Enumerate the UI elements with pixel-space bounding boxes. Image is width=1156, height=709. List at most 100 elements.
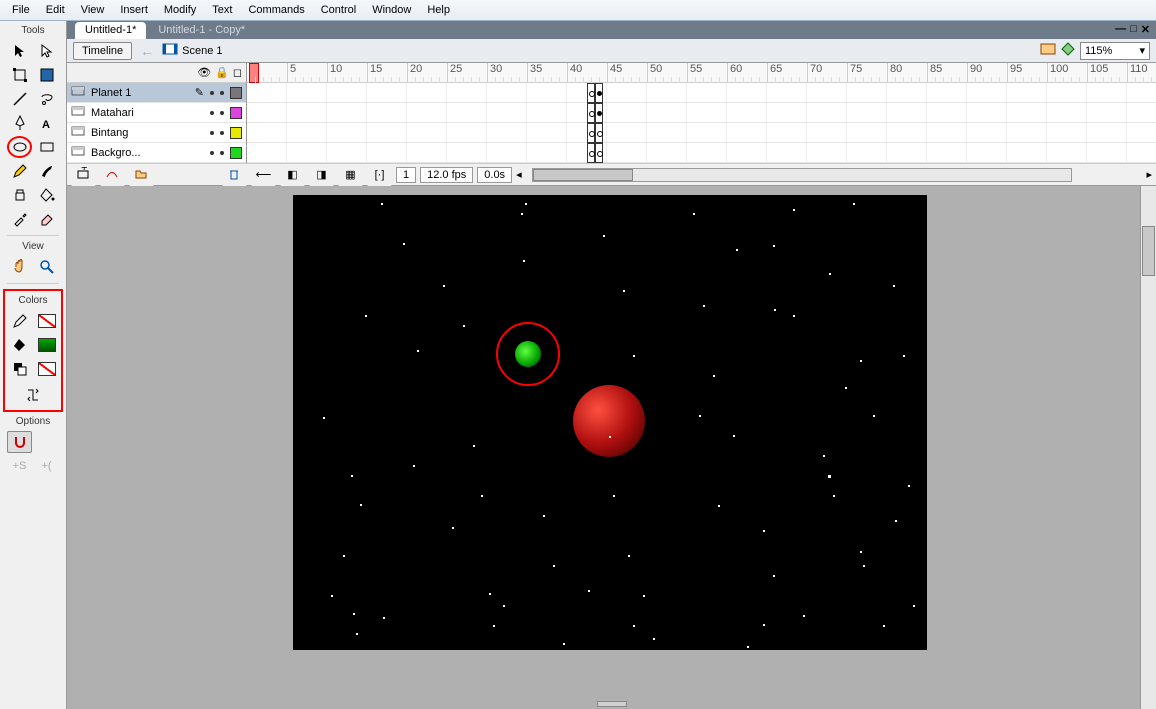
timeline-panel: 👁 🔒 ◻ Planet 1✎MatahariBintangBackgro...… (67, 63, 1156, 186)
default-colors-button[interactable] (7, 358, 32, 380)
zoom-dropdown[interactable]: 115% ▾ (1080, 42, 1150, 60)
frames-area[interactable]: 5101520253035404550556065707580859095100… (247, 63, 1156, 163)
scroll-left-icon[interactable]: ◂ (516, 168, 522, 181)
insert-layer-button[interactable]: + (71, 164, 96, 186)
hand-tool[interactable] (7, 256, 32, 278)
edit-symbols-icon[interactable] (1060, 41, 1076, 60)
layer-row[interactable]: Bintang (67, 123, 246, 143)
scene-icon (162, 41, 178, 60)
timeline-hscroll-thumb[interactable] (533, 169, 633, 181)
free-transform-tool[interactable] (7, 64, 32, 86)
menu-insert[interactable]: Insert (112, 1, 156, 19)
selection-tool[interactable] (7, 40, 32, 62)
text-tool[interactable]: A (34, 112, 59, 134)
menu-help[interactable]: Help (419, 1, 458, 19)
menu-modify[interactable]: Modify (156, 1, 204, 19)
onion-skin-button[interactable]: ◧ (280, 164, 305, 186)
keyframe[interactable] (587, 83, 595, 103)
playhead[interactable] (249, 63, 259, 83)
timeline-track[interactable] (247, 143, 1156, 163)
timeline-toggle-button[interactable]: Timeline (73, 42, 132, 60)
snap-option[interactable] (7, 431, 32, 453)
eraser-tool[interactable] (34, 208, 59, 230)
keyframe[interactable] (587, 123, 595, 143)
layer-color-swatch[interactable] (230, 127, 242, 139)
eyedropper-tool[interactable] (7, 208, 32, 230)
doc-close-button[interactable]: ✕ (1141, 23, 1150, 36)
star-shape (588, 590, 590, 592)
layer-color-swatch[interactable] (230, 107, 242, 119)
menu-text[interactable]: Text (204, 1, 240, 19)
menu-file[interactable]: File (4, 1, 38, 19)
outline-icon[interactable]: ◻ (233, 66, 242, 79)
stroke-color-icon[interactable] (7, 310, 32, 332)
pen-tool[interactable] (7, 112, 32, 134)
gradient-transform-tool[interactable] (34, 64, 59, 86)
add-motion-guide-button[interactable] (100, 164, 125, 186)
keyframe[interactable] (595, 143, 603, 163)
keyframe[interactable] (595, 123, 603, 143)
back-arrow-icon[interactable]: ← (140, 43, 154, 59)
timeline-hscrollbar[interactable] (532, 168, 1072, 182)
pencil-tool[interactable] (7, 160, 32, 182)
swap-colors-button[interactable] (21, 384, 46, 406)
layer-row[interactable]: Backgro... (67, 143, 246, 163)
layer-color-swatch[interactable] (230, 87, 242, 99)
scene-name[interactable]: Scene 1 (182, 45, 222, 57)
center-frame-button[interactable]: ⟵ (251, 164, 276, 186)
lasso-tool[interactable] (34, 88, 59, 110)
eye-icon[interactable]: 👁 (197, 66, 211, 79)
timeline-track[interactable] (247, 123, 1156, 143)
stage-vscroll-thumb[interactable] (1142, 226, 1155, 276)
rectangle-tool[interactable] (34, 136, 59, 158)
layer-color-swatch[interactable] (230, 147, 242, 159)
fill-color-swatch[interactable] (34, 334, 59, 356)
paint-bucket-tool[interactable] (34, 184, 59, 206)
option-smooth[interactable]: +S (7, 455, 32, 477)
modify-onion-markers-button[interactable]: [·] (367, 164, 392, 186)
tab-active[interactable]: Untitled-1* (75, 22, 146, 39)
onion-skin-outlines-button[interactable]: ◨ (309, 164, 334, 186)
delete-layer-button[interactable] (222, 164, 247, 186)
stage-canvas[interactable] (293, 195, 927, 650)
edit-scene-icon[interactable] (1040, 41, 1056, 60)
stroke-color-swatch[interactable] (34, 310, 59, 332)
menu-control[interactable]: Control (313, 1, 364, 19)
stage-background[interactable] (67, 186, 1156, 709)
line-tool[interactable] (7, 88, 32, 110)
red-planet-shape[interactable] (573, 385, 645, 457)
keyframe[interactable] (587, 103, 595, 123)
menu-window[interactable]: Window (364, 1, 419, 19)
zoom-tool[interactable] (34, 256, 59, 278)
tab-inactive[interactable]: Untitled-1 - Copy* (148, 22, 255, 39)
panel-resize-handle[interactable] (597, 701, 627, 707)
star-shape (473, 445, 475, 447)
stage-vscrollbar[interactable] (1140, 186, 1156, 709)
insert-folder-button[interactable] (129, 164, 154, 186)
brush-tool[interactable] (34, 160, 59, 182)
timeline-track[interactable] (247, 103, 1156, 123)
option-straighten[interactable]: +( (34, 455, 59, 477)
lock-icon[interactable]: 🔒 (215, 66, 229, 79)
keyframe[interactable] (595, 83, 603, 103)
star-shape (356, 633, 358, 635)
selection-outline[interactable] (496, 322, 560, 386)
subselection-tool[interactable] (34, 40, 59, 62)
layer-row[interactable]: Planet 1✎ (67, 83, 246, 103)
edit-multiple-frames-button[interactable]: ▦ (338, 164, 363, 186)
timeline-track[interactable] (247, 83, 1156, 103)
doc-maximize-button[interactable]: □ (1130, 23, 1137, 36)
ink-bottle-tool[interactable] (7, 184, 32, 206)
menu-view[interactable]: View (73, 1, 113, 19)
doc-minimize-button[interactable]: — (1115, 23, 1126, 36)
layer-row[interactable]: Matahari (67, 103, 246, 123)
no-color-button[interactable] (34, 358, 59, 380)
oval-tool[interactable] (7, 136, 32, 158)
menu-commands[interactable]: Commands (240, 1, 312, 19)
fill-color-icon[interactable] (7, 334, 32, 356)
scroll-right-icon[interactable]: ▸ (1146, 168, 1152, 181)
timeline-ruler[interactable]: 5101520253035404550556065707580859095100… (247, 63, 1156, 83)
menu-edit[interactable]: Edit (38, 1, 73, 19)
keyframe[interactable] (587, 143, 595, 163)
keyframe[interactable] (595, 103, 603, 123)
